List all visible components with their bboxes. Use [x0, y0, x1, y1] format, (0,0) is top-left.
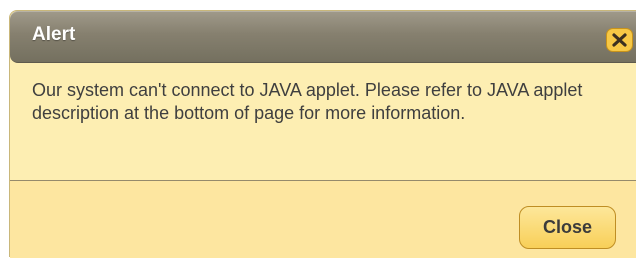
close-x-icon: [612, 33, 627, 47]
dialog-message: Our system can't connect to JAVA applet.…: [32, 80, 583, 123]
close-button[interactable]: Close: [519, 206, 616, 249]
dialog-footer: Close: [10, 181, 636, 258]
dialog-close-icon-button[interactable]: [606, 28, 633, 52]
dialog-title: Alert: [32, 24, 76, 45]
dialog-titlebar: Alert: [10, 11, 636, 63]
alert-dialog: Alert Our system can't connect to JAVA a…: [9, 10, 636, 258]
